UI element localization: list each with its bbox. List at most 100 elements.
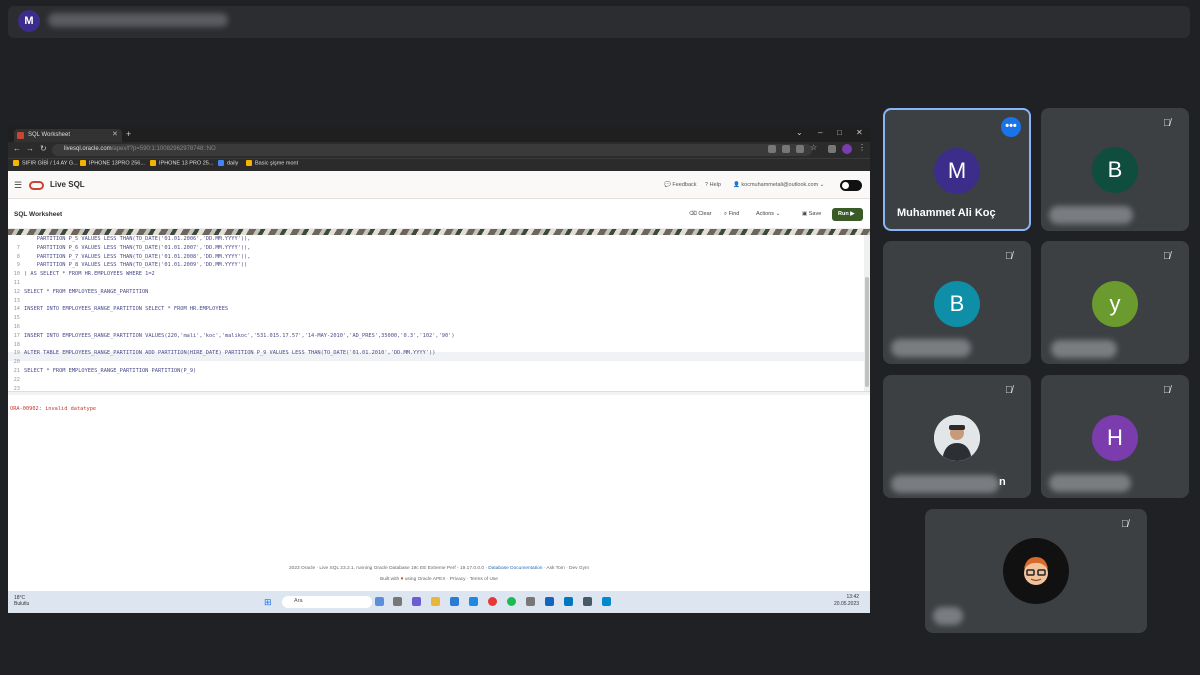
bookmark-item[interactable]: IPHONE 13PRO 256... [80,160,145,166]
sidepanel-icon[interactable] [828,145,836,153]
presenter-avatar: M [18,10,40,32]
search-icon[interactable] [796,145,804,153]
widgets-icon[interactable] [393,597,402,606]
actions-button[interactable]: Actions ⌄ [756,211,780,217]
edge-icon[interactable] [469,597,478,606]
extension-icon[interactable] [782,145,790,153]
toggle-knob [842,182,849,189]
app-icon[interactable] [526,597,535,606]
avatar: B [1092,147,1138,193]
participant-tile[interactable]: 🎙̸ n [883,375,1031,498]
sql-editor[interactable]: PARTITION P_5 VALUES LESS THAN(TO_DATE('… [8,235,864,392]
line-number: 17 [13,332,20,339]
code-line: PARTITION P_8 VALUES LESS THAN(TO_DATE('… [24,262,248,269]
new-tab-icon[interactable]: + [126,129,131,139]
error-message: ORA-00902: invalid datatype [10,406,97,412]
line-number: 21 [13,368,20,374]
mic-muted-icon: 🎙̸ [1121,519,1129,530]
avatar: M [934,148,980,194]
more-options-icon[interactable]: ••• [1001,117,1021,137]
clear-button[interactable]: ⌫ Clear [689,211,711,217]
participant-name-blurred [891,475,999,493]
run-button[interactable]: Run ▶ [832,208,863,221]
find-button[interactable]: ⌕ Find [724,211,739,218]
forward-icon[interactable]: → [26,144,34,153]
bookmark-icon [218,160,224,166]
footer-line: Built with ♥ using Oracle APEX · Privacy… [380,577,498,582]
code-line: PARTITION P_5 VALUES LESS THAN(TO_DATE('… [24,236,251,242]
chat-icon[interactable] [412,597,421,606]
pane-splitter[interactable] [8,391,870,395]
maximize-icon[interactable]: □ [837,128,842,137]
line-number: 12 [13,288,20,295]
participant-tile[interactable]: ••• M Muhammet Ali Koç [883,108,1031,231]
participant-tile[interactable]: 🎙̸ y [1041,241,1189,364]
chrome-icon[interactable] [488,597,497,606]
avatar-memoji [1003,538,1069,604]
spotify-icon[interactable] [507,597,516,606]
scrollbar-thumb[interactable] [865,277,869,387]
code-line: SELECT * FROM EMPLOYEES_RANGE_PARTITION … [24,368,197,374]
close-window-icon[interactable]: ✕ [856,128,863,137]
user-menu[interactable]: 👤 kocmuhammetali@outlook.com ⌄ [733,182,824,188]
code-line: SELECT * FROM EMPLOYEES_RANGE_PARTITION [24,288,149,295]
save-button[interactable]: ▣ Save [802,211,821,217]
code-line: ALTER TABLE EMPLOYEES_RANGE_PARTITION AD… [24,350,436,357]
participant-tile[interactable]: 🎙̸ H [1041,375,1189,498]
feedback-link[interactable]: 💬 Feedback [664,182,697,188]
bookmark-item[interactable]: Basic şişme mont [246,160,298,166]
tab-title: SQL Worksheet [28,132,71,138]
taskview-icon[interactable] [375,597,384,606]
file-explorer-icon[interactable] [431,597,440,606]
participant-tile[interactable]: 🎙̸ [925,509,1147,633]
bookmark-icon [80,160,86,166]
line-number: 8 [16,253,20,260]
url-field[interactable]: livesql.oracle.com/apex/f?p=590:1:100829… [52,144,812,156]
mic-muted-icon: 🎙̸ [1163,251,1171,262]
line-number: 20 [13,359,20,366]
participant-tile[interactable]: 🎙̸ B [1041,108,1189,231]
back-icon[interactable]: ← [13,144,21,153]
documentation-link[interactable]: Database Documentation [488,566,542,571]
line-number: 10 [13,271,20,278]
line-number: 11 [13,280,20,286]
windows-start-icon[interactable]: ⊞ [264,597,272,608]
url-path: /apex/f?p=590:1:10082962978748::NO [111,146,216,152]
menu-icon[interactable]: ⋮ [858,143,866,152]
taskbar-search[interactable]: Ara [282,596,372,608]
bookmark-icon [13,160,19,166]
app-icon[interactable] [583,597,592,606]
line-number: 18 [13,341,20,348]
bookmark-item[interactable]: SIFIR GİBİ / 14 AY G... [13,160,78,166]
participant-name-suffix: n [999,476,1006,488]
browser-tab[interactable]: SQL Worksheet [14,129,122,142]
participant-name-blurred [1049,474,1131,492]
oracle-favicon-icon [17,132,24,139]
worksheet-toolbar [8,199,870,229]
participant-name: Muhammet Ali Koç [897,207,996,219]
taskbar-clock[interactable]: 13:42 20.05.2023 [834,594,859,608]
heart-icon: ♥ [400,577,404,582]
app-name: Live SQL [50,180,85,189]
weather-widget[interactable]: 18°C Bulutlu [14,595,29,607]
line-number: 19 [13,350,20,357]
reload-icon[interactable]: ↻ [40,144,47,153]
mic-muted-icon: 🎙̸ [1163,385,1171,396]
help-link[interactable]: ? Help [705,182,721,188]
profile-avatar[interactable] [842,144,852,154]
store-icon[interactable] [450,597,459,606]
bookmark-item[interactable]: daily [218,160,238,166]
app-icon[interactable] [545,597,554,606]
memoji-icon [1024,557,1048,585]
minimize-icon[interactable]: – [818,128,822,137]
mail-icon[interactable] [564,597,573,606]
bookmark-item[interactable]: IPHONE 13 PRO 25... [150,160,213,166]
participant-tile[interactable]: 🎙̸ B [883,241,1031,364]
chevron-down-icon[interactable]: ⌄ [796,128,803,137]
share-icon[interactable] [768,145,776,153]
page-title: SQL Worksheet [14,211,63,218]
close-tab-icon[interactable]: ✕ [112,130,118,138]
hamburger-menu-icon[interactable]: ☰ [14,180,22,191]
star-icon[interactable]: ☆ [810,143,817,152]
app-icon[interactable] [602,597,611,606]
